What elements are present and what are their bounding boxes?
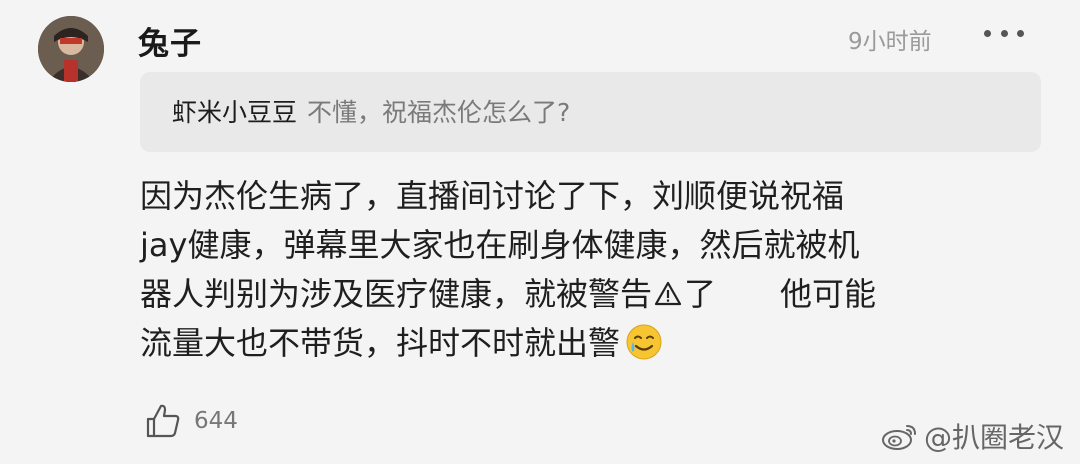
more-dots-icon[interactable]: [984, 20, 1024, 46]
weibo-logo-icon: [882, 425, 916, 450]
like-count: 644: [194, 408, 238, 434]
comment-line: 器人判别为涉及医疗健康，就被警告 了 他可能: [140, 270, 1020, 319]
avatar[interactable]: [38, 16, 104, 82]
quoted-username[interactable]: 虾米小豆豆: [172, 98, 297, 127]
like-button[interactable]: 644: [144, 402, 238, 440]
comment-line-part: 了 他可能: [684, 275, 877, 313]
thumbs-up-icon: [146, 404, 180, 438]
comment-line-part: 流量大也不带货，抖时不时就出警: [140, 324, 621, 362]
sweat-smile-emoji: [626, 324, 662, 360]
timestamp: 9小时前: [848, 29, 932, 55]
quoted-text: 不懂，祝福杰伦怎么了?: [307, 98, 571, 127]
quoted-reply[interactable]: 虾米小豆豆 不懂，祝福杰伦怎么了?: [140, 72, 1041, 152]
warning-icon: [654, 281, 682, 306]
comment-line: 因为杰伦生病了，直播间讨论了下，刘顺便说祝福: [140, 177, 845, 215]
comment-line: 流量大也不带货，抖时不时就出警: [140, 319, 1020, 368]
comment-line-part: 器人判别为涉及医疗健康，就被警告: [140, 275, 653, 313]
watermark-text: @扒圈老汉: [924, 421, 1065, 454]
username[interactable]: 兔子: [138, 18, 202, 63]
comment-line: jay健康，弹幕里大家也在刷身体健康，然后就被机: [140, 226, 860, 264]
watermark: @扒圈老汉: [880, 416, 1064, 456]
comment-body: 因为杰伦生病了，直播间讨论了下，刘顺便说祝福 jay健康，弹幕里大家也在刷身体健…: [140, 172, 1020, 368]
